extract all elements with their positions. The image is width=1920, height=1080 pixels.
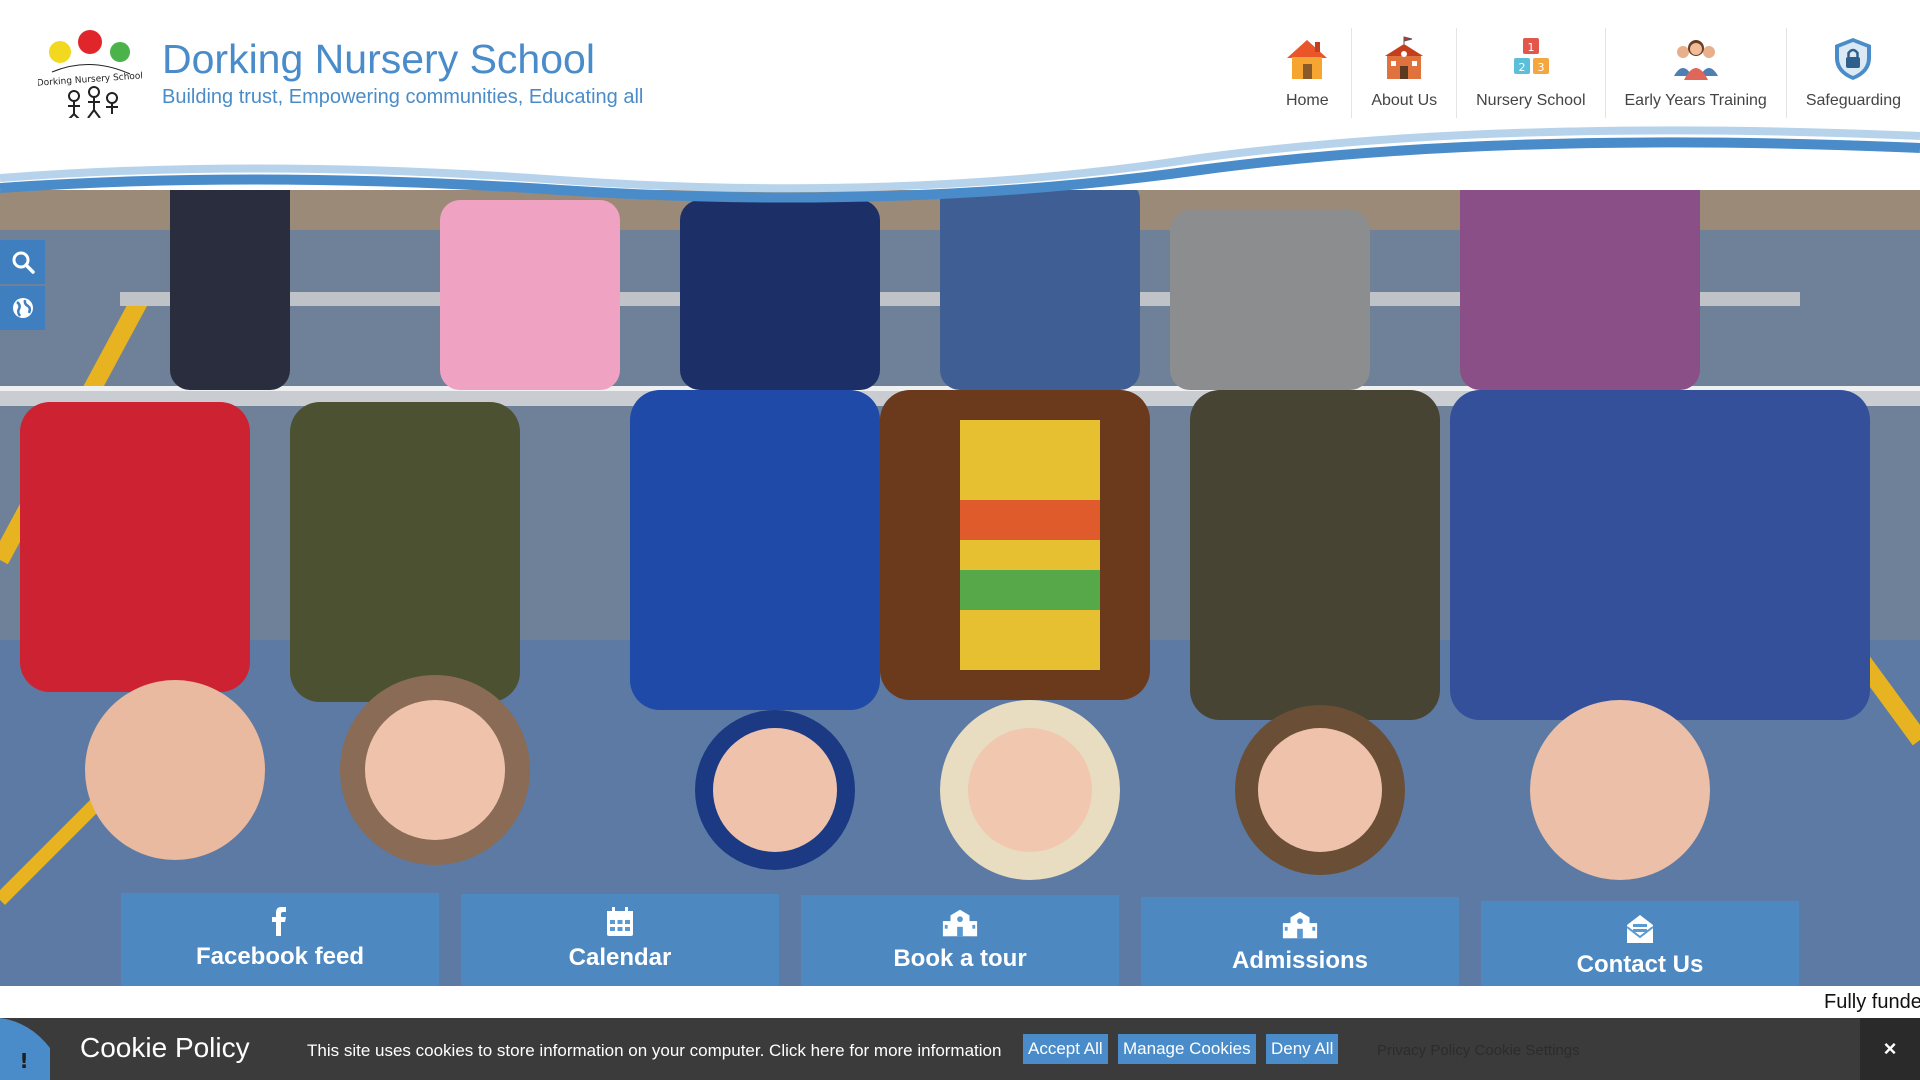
facebook-icon — [272, 907, 286, 936]
quick-link-label: Admissions — [1231, 947, 1369, 974]
nav-item-nursery-school[interactable]: 1 2 3 Nursery School — [1456, 28, 1604, 120]
quick-link-label: Contact Us — [1576, 951, 1704, 978]
search-button[interactable] — [0, 240, 45, 284]
school-building-icon — [1385, 36, 1424, 79]
school-icon — [942, 909, 978, 937]
nav-label-home: Home — [1285, 92, 1329, 109]
cookie-policy-links[interactable]: Privacy Policy Cookie Settings — [1377, 1042, 1580, 1059]
deny-all-button[interactable]: Deny All — [1266, 1034, 1339, 1064]
cookie-info-link[interactable]: This site uses cookies to store informat… — [307, 1041, 1001, 1061]
quick-link-calendar[interactable]: Calendar — [461, 894, 779, 986]
people-group-icon — [1673, 40, 1718, 80]
school-logo[interactable]: Dorking Nursery School — [38, 26, 142, 122]
svg-text:3: 3 — [1537, 61, 1544, 74]
envelope-icon — [1626, 915, 1654, 943]
logo-lettering: Dorking Nursery School — [38, 71, 142, 88]
nav-label-about-us: About Us — [1371, 92, 1438, 109]
ticker-text: Fully funde — [1824, 991, 1920, 1013]
translate-button[interactable] — [0, 286, 45, 330]
school-icon — [1282, 911, 1318, 939]
nav-label-early-years-training: Early Years Training — [1624, 92, 1767, 109]
nav-item-about-us[interactable]: About Us — [1351, 28, 1456, 120]
alert-mark: ! — [19, 1049, 28, 1073]
hero-banner — [0, 140, 1920, 986]
quick-link-book-a-tour[interactable]: Book a tour — [801, 895, 1119, 986]
nav-item-home[interactable]: Home — [1263, 28, 1351, 120]
quick-link-label: Calendar — [568, 944, 672, 971]
news-ticker[interactable]: Fully funde — [0, 986, 1920, 1018]
globe-icon — [12, 298, 33, 318]
quick-link-label: Book a tour — [893, 945, 1027, 972]
nav-label-nursery-school: Nursery School — [1476, 92, 1586, 109]
alert-icon: ! — [0, 1018, 50, 1080]
main-nav: Home About Us 1 2 3 Nursery School Early… — [1263, 28, 1920, 120]
quick-links: Facebook feed Calendar Book a tour Admis… — [121, 893, 1801, 986]
quick-link-admissions[interactable]: Admissions — [1141, 897, 1459, 986]
header-wave — [0, 118, 1920, 203]
quick-link-facebook-feed[interactable]: Facebook feed — [121, 893, 439, 986]
shield-lock-icon — [1835, 38, 1872, 80]
site-title[interactable]: Dorking Nursery School — [162, 36, 595, 83]
quick-link-contact-us[interactable]: Contact Us — [1481, 901, 1799, 986]
cookie-banner: ! Cookie Policy This site uses cookies t… — [0, 1018, 1920, 1080]
search-icon — [12, 251, 35, 274]
nav-label-safeguarding: Safeguarding — [1805, 92, 1901, 109]
quick-link-label: Facebook feed — [195, 943, 365, 970]
manage-cookies-button[interactable]: Manage Cookies — [1118, 1034, 1256, 1064]
house-icon — [1287, 40, 1328, 79]
hero-photo — [0, 140, 1920, 986]
close-icon[interactable]: × — [1860, 1018, 1920, 1080]
calendar-icon — [607, 907, 633, 936]
accept-all-button[interactable]: Accept All — [1023, 1034, 1108, 1064]
svg-text:2: 2 — [1518, 61, 1525, 74]
number-blocks-icon: 1 2 3 — [1513, 38, 1549, 74]
nav-item-safeguarding[interactable]: Safeguarding — [1785, 28, 1920, 120]
site-tagline: Building trust, Empowering communities, … — [162, 86, 644, 108]
nav-item-early-years-training[interactable]: Early Years Training — [1604, 28, 1786, 120]
cookie-title: Cookie Policy — [80, 1032, 250, 1063]
svg-text:1: 1 — [1527, 41, 1534, 54]
side-tools — [0, 240, 45, 332]
